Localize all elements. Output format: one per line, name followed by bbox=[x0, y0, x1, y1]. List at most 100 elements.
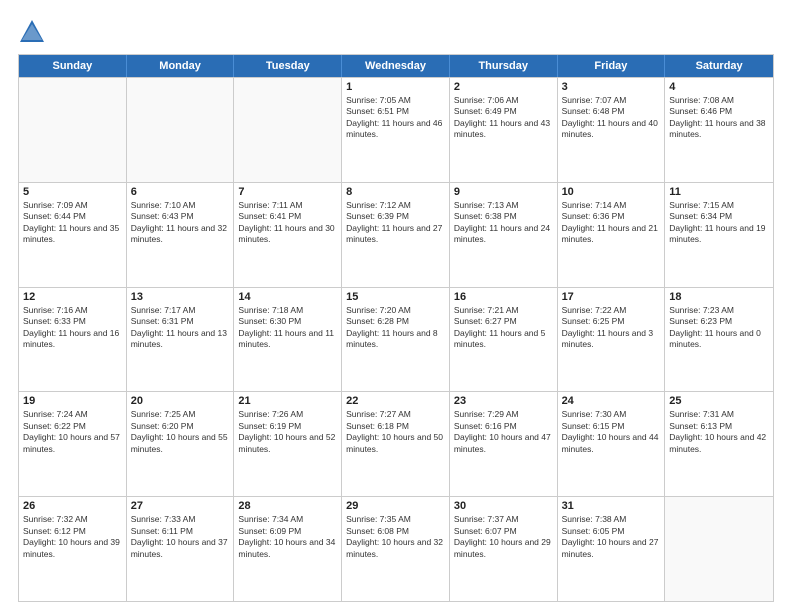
day-detail: Sunrise: 7:26 AM Sunset: 6:19 PM Dayligh… bbox=[238, 409, 337, 455]
day-detail: Sunrise: 7:11 AM Sunset: 6:41 PM Dayligh… bbox=[238, 200, 337, 246]
day-detail: Sunrise: 7:37 AM Sunset: 6:07 PM Dayligh… bbox=[454, 514, 553, 560]
calendar-cell-10: 10 Sunrise: 7:14 AM Sunset: 6:36 PM Dayli… bbox=[558, 183, 666, 287]
calendar-cell-19: 19 Sunrise: 7:24 AM Sunset: 6:22 PM Dayli… bbox=[19, 392, 127, 496]
header bbox=[18, 18, 774, 46]
day-number: 31 bbox=[562, 500, 661, 512]
calendar-cell-31: 31Sunrise: 7:38 AM Sunset: 6:05 PM Dayli… bbox=[558, 497, 666, 601]
calendar-cell-26: 26 Sunrise: 7:32 AM Sunset: 6:12 PM Dayli… bbox=[19, 497, 127, 601]
calendar-cell-24: 24Sunrise: 7:30 AM Sunset: 6:15 PM Dayli… bbox=[558, 392, 666, 496]
day-number: 1 bbox=[346, 81, 445, 93]
day-number: 29 bbox=[346, 500, 445, 512]
day-number: 9 bbox=[454, 186, 553, 198]
logo bbox=[18, 18, 50, 46]
calendar-cell-29: 29 Sunrise: 7:35 AM Sunset: 6:08 PM Dayli… bbox=[342, 497, 450, 601]
calendar-cell-21: 21 Sunrise: 7:26 AM Sunset: 6:19 PM Dayli… bbox=[234, 392, 342, 496]
day-detail: Sunrise: 7:07 AM Sunset: 6:48 PM Dayligh… bbox=[562, 95, 661, 141]
day-detail: Sunrise: 7:33 AM Sunset: 6:11 PM Dayligh… bbox=[131, 514, 230, 560]
calendar-cell-3: 3 Sunrise: 7:07 AM Sunset: 6:48 PM Daylig… bbox=[558, 78, 666, 182]
calendar-row-0: 1 Sunrise: 7:05 AM Sunset: 6:51 PM Daylig… bbox=[19, 77, 773, 182]
header-day-monday: Monday bbox=[127, 55, 235, 77]
day-detail: Sunrise: 7:25 AM Sunset: 6:20 PM Dayligh… bbox=[131, 409, 230, 455]
header-day-wednesday: Wednesday bbox=[342, 55, 450, 77]
day-detail: Sunrise: 7:18 AM Sunset: 6:30 PM Dayligh… bbox=[238, 305, 337, 351]
day-detail: Sunrise: 7:22 AM Sunset: 6:25 PM Dayligh… bbox=[562, 305, 661, 351]
calendar-row-2: 12 Sunrise: 7:16 AM Sunset: 6:33 PM Dayli… bbox=[19, 287, 773, 392]
calendar-cell-30: 30Sunrise: 7:37 AM Sunset: 6:07 PM Dayli… bbox=[450, 497, 558, 601]
day-detail: Sunrise: 7:10 AM Sunset: 6:43 PM Dayligh… bbox=[131, 200, 230, 246]
logo-icon bbox=[18, 18, 46, 46]
header-day-saturday: Saturday bbox=[665, 55, 773, 77]
calendar-cell-11: 11Sunrise: 7:15 AM Sunset: 6:34 PM Dayli… bbox=[665, 183, 773, 287]
day-detail: Sunrise: 7:35 AM Sunset: 6:08 PM Dayligh… bbox=[346, 514, 445, 560]
calendar-cell-15: 15 Sunrise: 7:20 AM Sunset: 6:28 PM Dayli… bbox=[342, 288, 450, 392]
day-detail: Sunrise: 7:24 AM Sunset: 6:22 PM Dayligh… bbox=[23, 409, 122, 455]
day-number: 15 bbox=[346, 291, 445, 303]
calendar-cell-28: 28Sunrise: 7:34 AM Sunset: 6:09 PM Dayli… bbox=[234, 497, 342, 601]
day-number: 5 bbox=[23, 186, 122, 198]
day-detail: Sunrise: 7:20 AM Sunset: 6:28 PM Dayligh… bbox=[346, 305, 445, 351]
day-number: 22 bbox=[346, 395, 445, 407]
calendar-cell-13: 13 Sunrise: 7:17 AM Sunset: 6:31 PM Dayli… bbox=[127, 288, 235, 392]
calendar-cell-1: 1 Sunrise: 7:05 AM Sunset: 6:51 PM Daylig… bbox=[342, 78, 450, 182]
day-detail: Sunrise: 7:13 AM Sunset: 6:38 PM Dayligh… bbox=[454, 200, 553, 246]
calendar-cell-7: 7Sunrise: 7:11 AM Sunset: 6:41 PM Daylig… bbox=[234, 183, 342, 287]
calendar-cell-9: 9 Sunrise: 7:13 AM Sunset: 6:38 PM Daylig… bbox=[450, 183, 558, 287]
calendar-cell-25: 25 Sunrise: 7:31 AM Sunset: 6:13 PM Dayli… bbox=[665, 392, 773, 496]
header-day-tuesday: Tuesday bbox=[234, 55, 342, 77]
header-day-friday: Friday bbox=[558, 55, 666, 77]
calendar-row-1: 5 Sunrise: 7:09 AM Sunset: 6:44 PM Daylig… bbox=[19, 182, 773, 287]
day-detail: Sunrise: 7:17 AM Sunset: 6:31 PM Dayligh… bbox=[131, 305, 230, 351]
calendar-body: 1 Sunrise: 7:05 AM Sunset: 6:51 PM Daylig… bbox=[19, 77, 773, 601]
day-number: 27 bbox=[131, 500, 230, 512]
day-number: 25 bbox=[669, 395, 769, 407]
calendar-cell-2: 2Sunrise: 7:06 AM Sunset: 6:49 PM Daylig… bbox=[450, 78, 558, 182]
day-number: 6 bbox=[131, 186, 230, 198]
day-number: 13 bbox=[131, 291, 230, 303]
day-detail: Sunrise: 7:05 AM Sunset: 6:51 PM Dayligh… bbox=[346, 95, 445, 141]
day-detail: Sunrise: 7:32 AM Sunset: 6:12 PM Dayligh… bbox=[23, 514, 122, 560]
day-detail: Sunrise: 7:27 AM Sunset: 6:18 PM Dayligh… bbox=[346, 409, 445, 455]
calendar-row-3: 19 Sunrise: 7:24 AM Sunset: 6:22 PM Dayli… bbox=[19, 391, 773, 496]
calendar-cell-16: 16 Sunrise: 7:21 AM Sunset: 6:27 PM Dayli… bbox=[450, 288, 558, 392]
calendar-cell-12: 12 Sunrise: 7:16 AM Sunset: 6:33 PM Dayli… bbox=[19, 288, 127, 392]
day-number: 12 bbox=[23, 291, 122, 303]
day-detail: Sunrise: 7:14 AM Sunset: 6:36 PM Dayligh… bbox=[562, 200, 661, 246]
day-number: 21 bbox=[238, 395, 337, 407]
calendar-cell-5: 5 Sunrise: 7:09 AM Sunset: 6:44 PM Daylig… bbox=[19, 183, 127, 287]
day-number: 8 bbox=[346, 186, 445, 198]
day-detail: Sunrise: 7:06 AM Sunset: 6:49 PM Dayligh… bbox=[454, 95, 553, 141]
day-number: 10 bbox=[562, 186, 661, 198]
calendar-cell-empty bbox=[665, 497, 773, 601]
day-number: 17 bbox=[562, 291, 661, 303]
day-number: 18 bbox=[669, 291, 769, 303]
calendar-cell-8: 8 Sunrise: 7:12 AM Sunset: 6:39 PM Daylig… bbox=[342, 183, 450, 287]
day-detail: Sunrise: 7:31 AM Sunset: 6:13 PM Dayligh… bbox=[669, 409, 769, 455]
header-day-sunday: Sunday bbox=[19, 55, 127, 77]
day-number: 23 bbox=[454, 395, 553, 407]
calendar-cell-6: 6 Sunrise: 7:10 AM Sunset: 6:43 PM Daylig… bbox=[127, 183, 235, 287]
day-detail: Sunrise: 7:15 AM Sunset: 6:34 PM Dayligh… bbox=[669, 200, 769, 246]
day-number: 19 bbox=[23, 395, 122, 407]
day-number: 3 bbox=[562, 81, 661, 93]
page: SundayMondayTuesdayWednesdayThursdayFrid… bbox=[0, 0, 792, 612]
calendar: SundayMondayTuesdayWednesdayThursdayFrid… bbox=[18, 54, 774, 602]
header-day-thursday: Thursday bbox=[450, 55, 558, 77]
calendar-cell-17: 17 Sunrise: 7:22 AM Sunset: 6:25 PM Dayli… bbox=[558, 288, 666, 392]
day-number: 14 bbox=[238, 291, 337, 303]
day-number: 24 bbox=[562, 395, 661, 407]
day-number: 16 bbox=[454, 291, 553, 303]
calendar-cell-23: 23Sunrise: 7:29 AM Sunset: 6:16 PM Dayli… bbox=[450, 392, 558, 496]
day-detail: Sunrise: 7:16 AM Sunset: 6:33 PM Dayligh… bbox=[23, 305, 122, 351]
day-number: 26 bbox=[23, 500, 122, 512]
day-detail: Sunrise: 7:09 AM Sunset: 6:44 PM Dayligh… bbox=[23, 200, 122, 246]
calendar-cell-empty bbox=[127, 78, 235, 182]
day-detail: Sunrise: 7:21 AM Sunset: 6:27 PM Dayligh… bbox=[454, 305, 553, 351]
day-detail: Sunrise: 7:23 AM Sunset: 6:23 PM Dayligh… bbox=[669, 305, 769, 351]
calendar-cell-18: 18 Sunrise: 7:23 AM Sunset: 6:23 PM Dayli… bbox=[665, 288, 773, 392]
day-detail: Sunrise: 7:12 AM Sunset: 6:39 PM Dayligh… bbox=[346, 200, 445, 246]
day-detail: Sunrise: 7:08 AM Sunset: 6:46 PM Dayligh… bbox=[669, 95, 769, 141]
calendar-cell-22: 22 Sunrise: 7:27 AM Sunset: 6:18 PM Dayli… bbox=[342, 392, 450, 496]
calendar-cell-14: 14 Sunrise: 7:18 AM Sunset: 6:30 PM Dayli… bbox=[234, 288, 342, 392]
day-number: 20 bbox=[131, 395, 230, 407]
calendar-cell-27: 27 Sunrise: 7:33 AM Sunset: 6:11 PM Dayli… bbox=[127, 497, 235, 601]
